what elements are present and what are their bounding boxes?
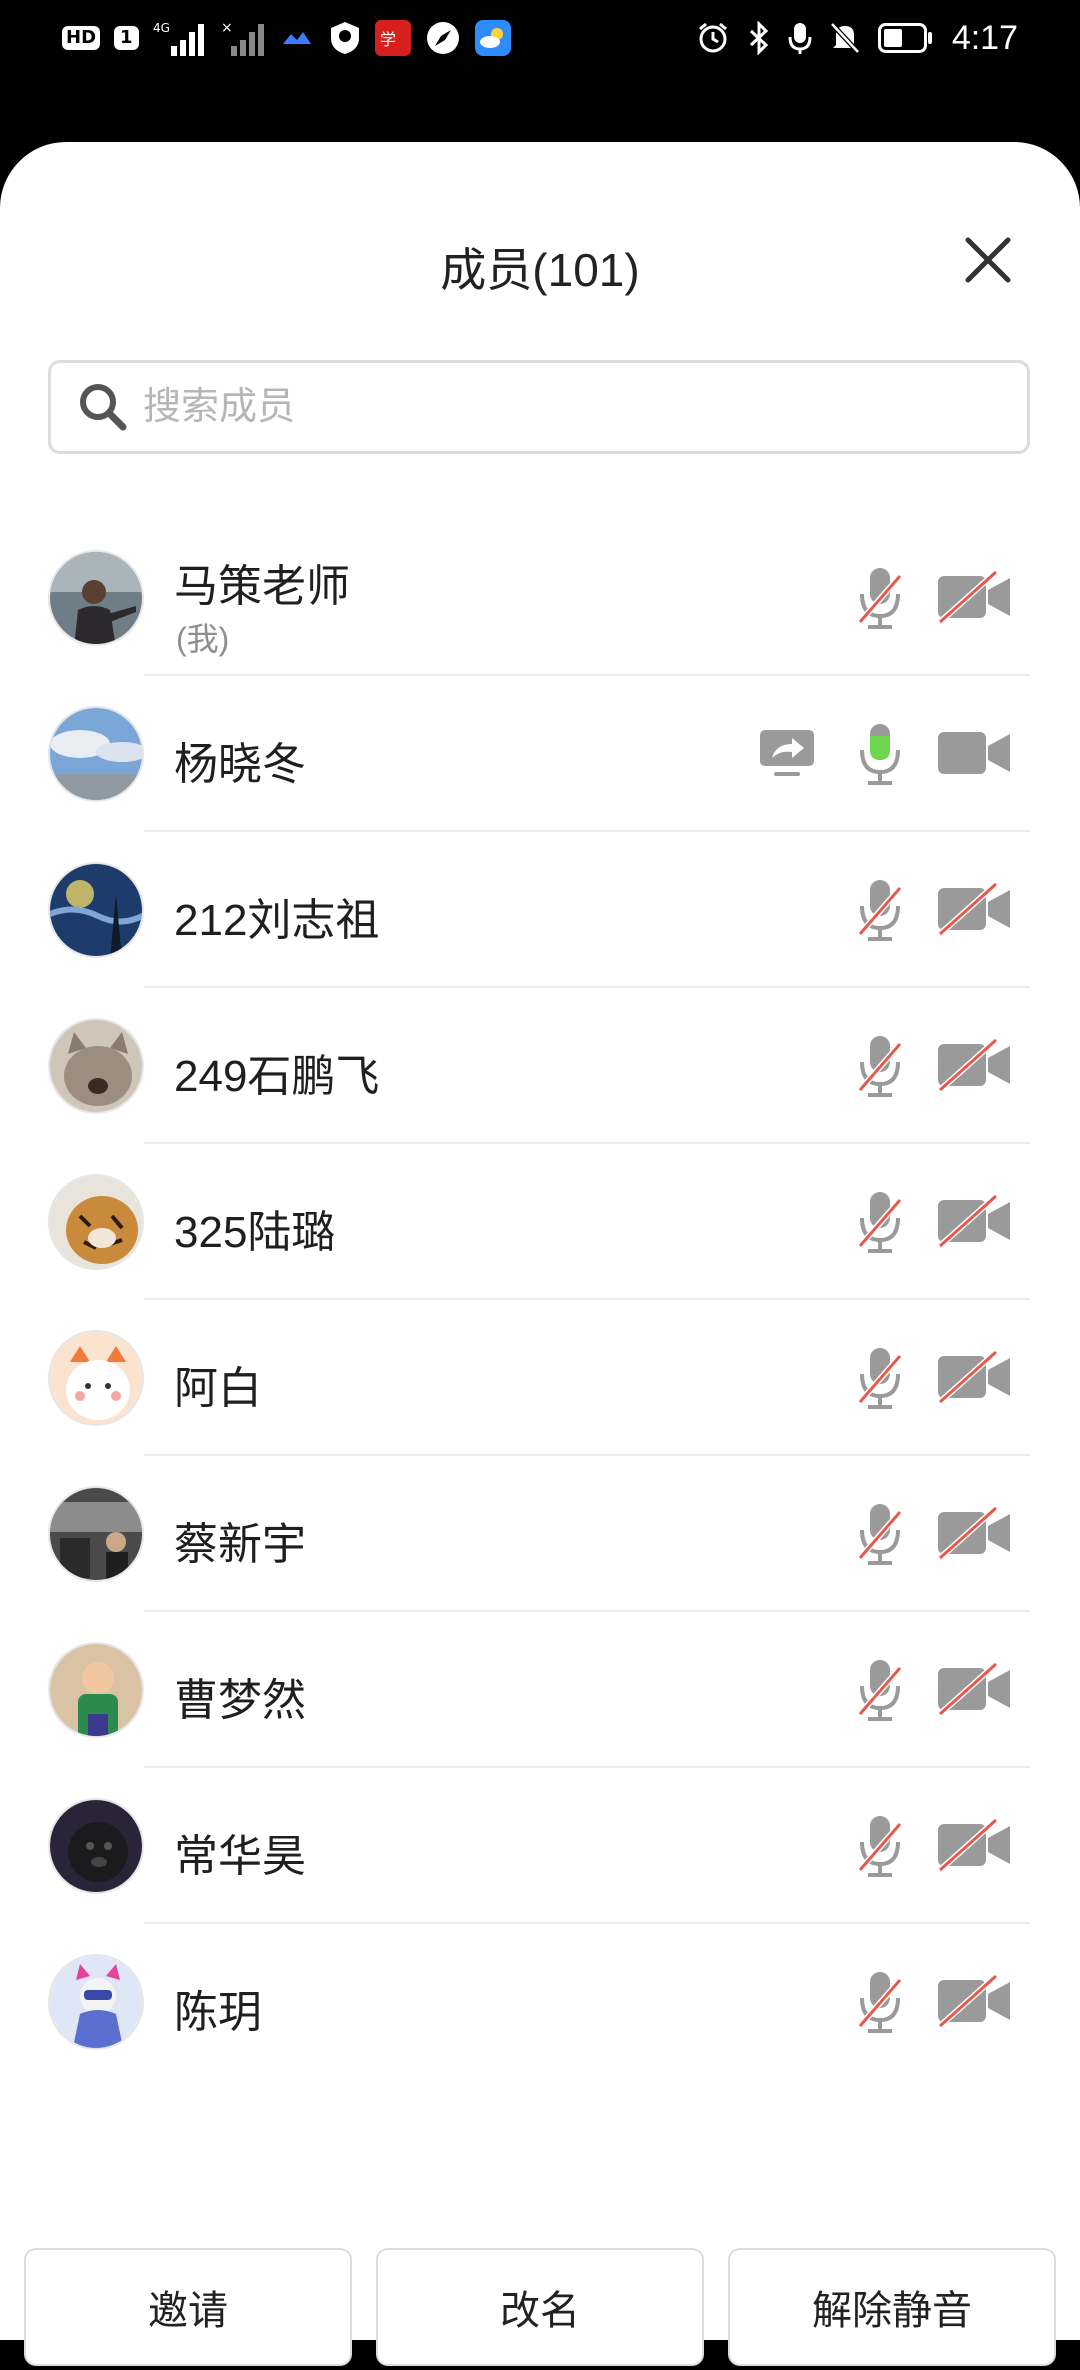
camera-off-icon[interactable] — [936, 1350, 1012, 1404]
member-name: 陈玥 — [174, 1988, 262, 2037]
avatar — [48, 1018, 144, 1114]
signal-4g-icon: 4G — [153, 21, 204, 56]
avatar — [48, 1798, 144, 1894]
avatar — [48, 1330, 144, 1426]
member-row[interactable]: 杨晓冬 — [0, 676, 1080, 832]
mic-status-icon — [788, 23, 812, 54]
avatar — [48, 1642, 144, 1738]
weather-icon — [474, 20, 511, 56]
mic-muted-icon[interactable] — [852, 564, 908, 632]
member-row[interactable]: 249石鹏飞 — [0, 988, 1080, 1144]
app-cloud-icon — [282, 32, 311, 44]
member-name: 249石鹏飞 — [174, 1052, 380, 1101]
member-name: 蔡新宇 — [174, 1520, 306, 1569]
camera-off-icon[interactable] — [936, 1662, 1012, 1716]
member-self-tag: (我) — [176, 621, 230, 657]
shield-icon — [330, 22, 359, 54]
camera-on-icon[interactable] — [936, 726, 1012, 780]
member-name: 212刘志祖 — [174, 896, 380, 945]
battery-icon — [877, 23, 932, 53]
mic-muted-icon[interactable] — [852, 876, 908, 944]
camera-off-icon[interactable] — [936, 1194, 1012, 1248]
mic-muted-icon[interactable] — [852, 1188, 908, 1256]
avatar — [48, 862, 144, 958]
member-name: 杨晓冬 — [174, 740, 306, 789]
status-right-icons: 4:17 — [696, 18, 1018, 58]
mute-bell-icon — [829, 22, 860, 54]
rename-button[interactable]: 改名 — [376, 2248, 704, 2366]
hd-icon: HD — [62, 26, 101, 50]
member-name: 曹梦然 — [174, 1676, 306, 1725]
close-icon[interactable] — [958, 230, 1018, 290]
bottom-actions: 邀请 改名 解除静音 — [0, 2248, 1080, 2370]
invite-button[interactable]: 邀请 — [24, 2248, 352, 2366]
member-name: 马策老师 — [174, 562, 350, 611]
signal-x-icon: × — [221, 20, 264, 56]
status-bar: HD 1 4G × 学 4:17 — [0, 0, 1080, 142]
member-list: 马策老师 (我) 杨晓冬 212刘志祖 249石鹏飞 325陆璐 阿白 蔡新宇 … — [0, 520, 1080, 2080]
members-sheet: 成员(101) 马策老师 (我) — [0, 142, 1080, 2366]
camera-off-icon[interactable] — [936, 1506, 1012, 1560]
member-row[interactable]: 325陆璐 — [0, 1144, 1080, 1300]
camera-off-icon[interactable] — [936, 1818, 1012, 1872]
avatar — [48, 1954, 144, 2050]
unmute-button[interactable]: 解除静音 — [728, 2248, 1056, 2366]
screen-share-icon[interactable] — [758, 728, 816, 780]
search-box[interactable] — [48, 360, 1030, 454]
member-name: 阿白 — [174, 1364, 262, 1413]
alarm-icon — [698, 22, 727, 53]
member-row[interactable]: 曹梦然 — [0, 1612, 1080, 1768]
camera-off-icon[interactable] — [936, 1038, 1012, 1092]
sim-icon: 1 — [114, 26, 139, 50]
member-row[interactable]: 阿白 — [0, 1300, 1080, 1456]
member-row[interactable]: 马策老师 (我) — [0, 520, 1080, 676]
search-icon — [80, 384, 127, 431]
avatar — [48, 1486, 144, 1582]
avatar — [48, 1174, 144, 1270]
status-left-icons: HD 1 4G × 学 — [62, 18, 511, 58]
bluetooth-icon — [749, 21, 768, 55]
search-input[interactable] — [141, 384, 1005, 430]
member-row[interactable]: 蔡新宇 — [0, 1456, 1080, 1612]
member-name: 325陆璐 — [174, 1208, 336, 1257]
mic-muted-icon[interactable] — [852, 1968, 908, 2036]
member-row[interactable]: 常华昊 — [0, 1768, 1080, 1924]
mic-muted-icon[interactable] — [852, 1032, 908, 1100]
mic-active-icon[interactable] — [852, 720, 908, 788]
mic-muted-icon[interactable] — [852, 1812, 908, 1880]
news-app-icon: 学 — [374, 20, 411, 56]
compass-icon — [426, 22, 459, 54]
mic-muted-icon[interactable] — [852, 1344, 908, 1412]
status-time: 4:17 — [951, 18, 1018, 57]
camera-off-icon[interactable] — [936, 570, 1012, 624]
camera-off-icon[interactable] — [936, 882, 1012, 936]
mic-muted-icon[interactable] — [852, 1500, 908, 1568]
avatar — [48, 550, 144, 646]
avatar — [48, 706, 144, 802]
member-name: 常华昊 — [174, 1832, 306, 1881]
svg-text:×: × — [221, 20, 233, 36]
member-row[interactable]: 陈玥 — [0, 1924, 1080, 2080]
camera-off-icon[interactable] — [936, 1974, 1012, 2028]
svg-text:4G: 4G — [153, 21, 170, 35]
member-row[interactable]: 212刘志祖 — [0, 832, 1080, 988]
members-title: 成员(101) — [440, 244, 640, 296]
mic-muted-icon[interactable] — [852, 1656, 908, 1724]
svg-text:学: 学 — [380, 30, 396, 49]
